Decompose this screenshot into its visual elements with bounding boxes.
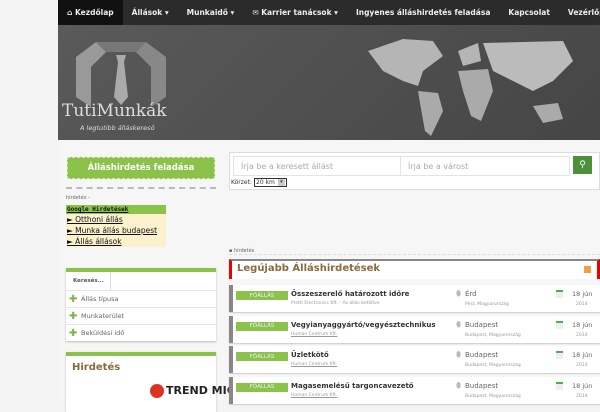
job-city: Érd <box>465 290 477 298</box>
location-pin-icon: ⬮ <box>456 380 462 390</box>
nav-home[interactable]: ⌂ Kezdőlap <box>58 0 123 25</box>
search-filter-box: Keresés... ✚ Állás típusa ✚ Munkaterület ✚… <box>66 268 216 341</box>
location-pin-icon: ⬮ <box>456 319 462 329</box>
job-city: Budapest <box>465 351 499 359</box>
job-year: 2014 <box>576 332 588 338</box>
job-region: Pest, Magyarország <box>465 302 509 307</box>
radius-select[interactable]: 20 km ▾ <box>254 178 287 187</box>
ads-title: Hirdetés <box>72 362 121 373</box>
section-title: Legújabb Álláshirdetések <box>229 259 600 279</box>
search-icon: ⚲ <box>579 160 586 170</box>
nav-contact[interactable]: Kapcsolat <box>499 0 559 25</box>
header-banner: TutiMunkák A legtutibb álláskereső <box>58 25 600 140</box>
calendar-icon <box>556 320 563 329</box>
job-row[interactable]: FŐÁLLÁS Üzletkötő Human Centrum Kft. ⬮ B… <box>229 346 600 373</box>
divider <box>66 187 216 189</box>
ads-box: Hirdetés <box>66 352 216 412</box>
job-region: Budapest, Magyarország <box>465 393 521 399</box>
job-title[interactable]: Üzletkötő <box>291 351 329 359</box>
job-city: Budapest <box>465 320 499 329</box>
calendar-icon <box>556 351 563 359</box>
keyword-input[interactable]: Írja be a keresett állást <box>233 156 401 176</box>
job-type-badge: FŐÁLLÁS <box>236 321 288 331</box>
job-type-badge: FŐÁLLÁS <box>236 382 288 392</box>
job-company[interactable]: Human Centrum Kft. <box>291 362 337 367</box>
ad-label: ▪ hirdetés <box>229 248 600 255</box>
briefcase-icon: ✉ <box>252 8 262 17</box>
city-input[interactable]: Írja be a várost <box>400 156 570 176</box>
job-title[interactable]: Összeszerelő határozott időre <box>291 290 409 298</box>
ad-link[interactable]: ► Otthoni állás <box>66 214 166 225</box>
chevron-down-icon: ▾ <box>277 179 285 186</box>
location-pin-icon: ⬮ <box>456 350 462 359</box>
nav-free-post[interactable]: Ingyenes álláshirdetés feladása <box>347 0 499 25</box>
job-title[interactable]: Vegyianyaggyártó/vegyésztechnikus <box>291 321 436 329</box>
google-ads: Google Hirdetések ► Otthoni állás ► Munk… <box>66 205 166 247</box>
job-year: 2014 <box>576 393 588 399</box>
job-type-badge: FŐÁLLÁS <box>236 352 288 361</box>
nav-dashboard[interactable]: Vezérlőpult ▾ <box>559 0 600 25</box>
job-date: 18 jún <box>572 290 593 298</box>
job-date: 18 jún <box>572 381 593 390</box>
calendar-icon <box>556 290 563 298</box>
google-ads-title[interactable]: Google Hirdetések <box>66 205 166 214</box>
radius-label: Körzet: <box>231 179 252 186</box>
calendar-icon <box>556 381 563 390</box>
page-gutter <box>0 0 58 400</box>
tab-search[interactable]: Keresés... <box>66 272 111 290</box>
ad-link[interactable]: ► Állás állások <box>66 236 166 247</box>
plus-icon: ✚ <box>69 327 78 339</box>
job-date: 18 jún <box>572 351 593 359</box>
main-nav: ⌂ Kezdőlap Állások ▾ Munkaidő ▾ ✉ Karrie… <box>58 0 600 25</box>
filter-field[interactable]: ✚ Munkaterület <box>66 307 216 324</box>
post-job-button[interactable]: Álláshirdetés feladása <box>67 157 215 179</box>
ad-link[interactable]: ► Munka állás budapest <box>66 225 166 236</box>
job-title[interactable]: Magasemelésű targoncavezető <box>291 382 414 390</box>
job-company[interactable]: Human Centrum Kft. <box>291 332 337 337</box>
search-bar: Írja be a keresett állást Írja be a váro… <box>229 152 600 190</box>
plus-icon: ✚ <box>69 310 78 322</box>
nav-career[interactable]: ✉ Karrier tanácsok ▾ <box>243 0 347 25</box>
tagline: A legtutibb álláskereső <box>80 124 155 132</box>
trend-logo-icon <box>150 384 164 398</box>
location-pin-icon: ⬮ <box>456 289 462 298</box>
job-date: 18 jún <box>572 320 593 329</box>
world-map-icon <box>368 39 573 136</box>
job-year: 2014 <box>576 363 588 368</box>
filter-job-type[interactable]: ✚ Állás típusa <box>66 290 216 307</box>
home-icon: ⌂ <box>67 8 75 17</box>
job-region: Budapest, Magyarország <box>465 363 521 368</box>
job-region: Budapest, Magyarország <box>465 332 521 338</box>
ad-label: hirdetés - <box>66 195 90 201</box>
plus-icon: ✚ <box>69 293 78 305</box>
job-row[interactable]: FŐÁLLÁS Vegyianyaggyártó/vegyésztechniku… <box>229 315 600 343</box>
brand-name: TutiMunkák <box>62 101 167 121</box>
nav-jobs[interactable]: Állások ▾ <box>123 0 178 25</box>
search-button[interactable]: ⚲ <box>573 156 592 174</box>
filter-date[interactable]: ✚ Beküldési idő <box>66 324 216 341</box>
job-city: Budapest <box>465 381 499 390</box>
rss-icon[interactable] <box>584 266 591 273</box>
nav-worktime[interactable]: Munkaidő ▾ <box>178 0 244 25</box>
job-year: 2014 <box>576 302 588 307</box>
job-company[interactable]: Pretti Electronics Kft. - Az állás betöl… <box>291 301 380 306</box>
job-row[interactable]: FŐÁLLÁS Magasemelésű targoncavezető Huma… <box>229 376 600 404</box>
job-type-badge: FŐÁLLÁS <box>236 291 288 300</box>
job-company[interactable]: Human Centrum Kft. <box>291 393 337 398</box>
job-row[interactable]: FŐÁLLÁS Összeszerelő határozott időre Pr… <box>229 285 600 312</box>
